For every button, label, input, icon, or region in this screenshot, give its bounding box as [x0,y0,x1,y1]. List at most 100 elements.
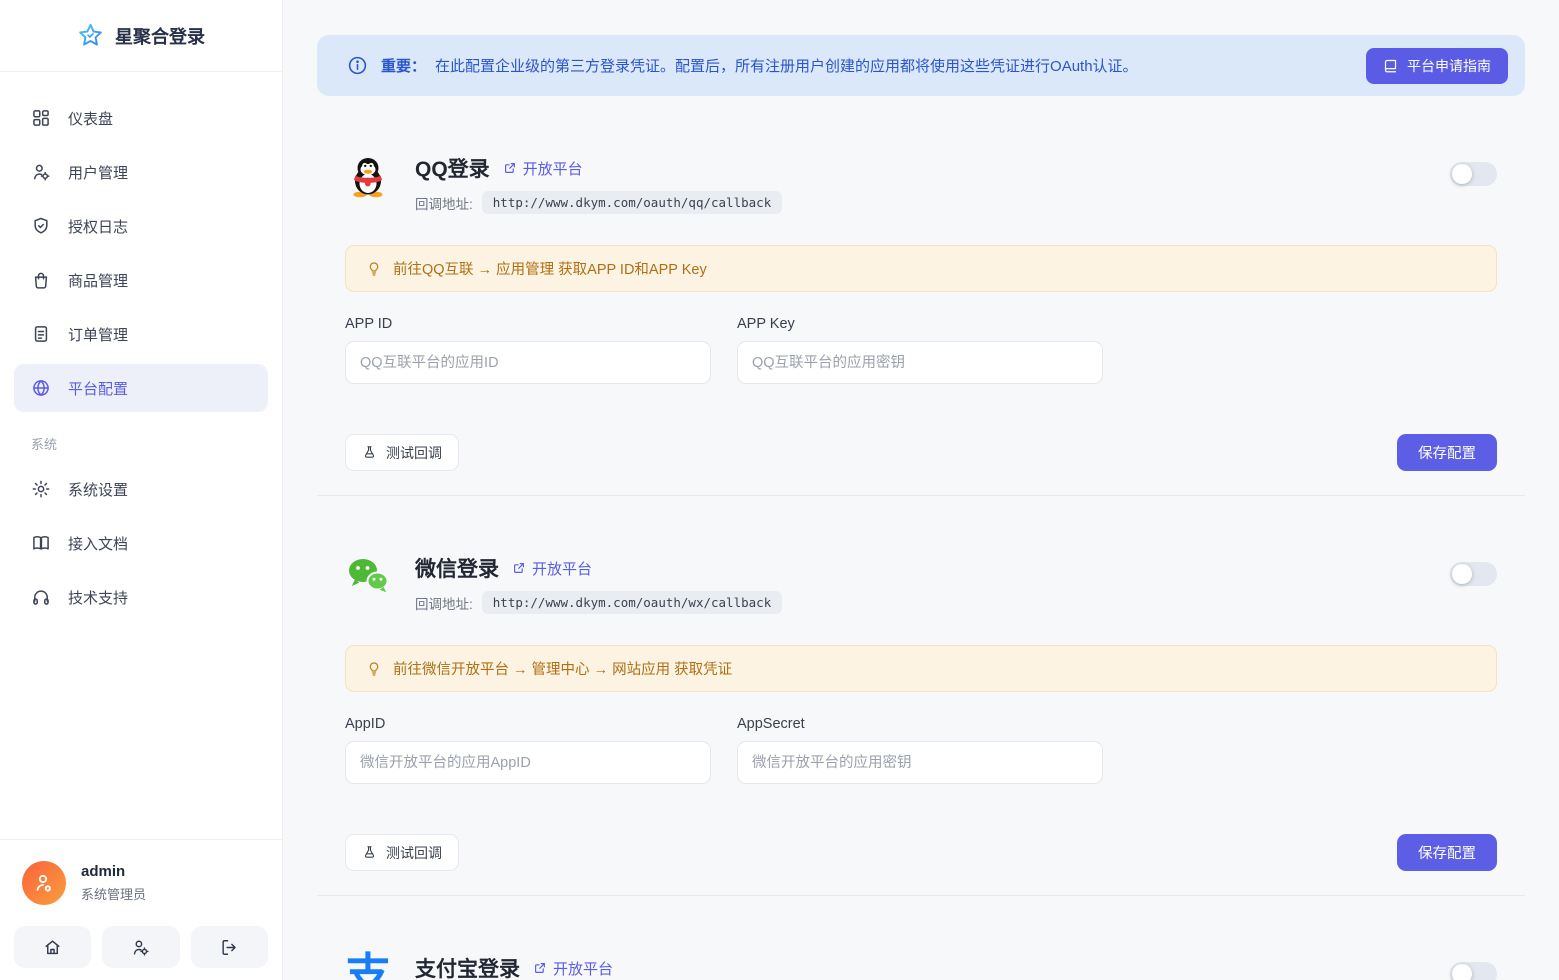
home-button[interactable] [14,926,91,968]
platform-guide-button[interactable]: 平台申请指南 [1366,48,1508,84]
external-link-icon [503,161,517,175]
field-label-app-id: APP ID [345,316,711,332]
credentials-form: APP ID APP Key [345,316,1497,384]
star-logo-icon [77,22,104,49]
save-config-button[interactable]: 保存配置 [1397,434,1497,471]
open-platform-link[interactable]: 开放平台 [512,558,592,579]
wechat-enable-toggle[interactable] [1450,562,1497,586]
user-gear-icon [131,938,150,957]
user-panel: admin 系统管理员 [0,839,282,980]
platform-card-wechat: 微信登录 开放平台 回调地址: http://www.dkym.com/oaut… [317,496,1525,896]
sidebar-section-system: 系统 [14,418,268,465]
credentials-form: AppID AppSecret [345,716,1497,784]
callback-url: http://www.dkym.com/oauth/wx/callback [482,591,782,614]
card-footer: 测试回调 保存配置 [345,434,1497,471]
test-callback-label: 测试回调 [386,443,442,463]
field-label-app-key: APP Key [737,316,1103,332]
sidebar-item-label: 系统设置 [68,479,128,500]
platform-title: 支付宝登录 [415,953,520,980]
app-key-input[interactable] [737,341,1103,384]
external-link-icon [512,561,526,575]
platform-card-qq: QQ登录 开放平台 回调地址: http://www.dkym.com/oaut… [317,96,1525,496]
lightbulb-icon [366,661,382,677]
sidebar-item-products[interactable]: 商品管理 [14,256,268,304]
open-platform-link[interactable]: 开放平台 [503,158,583,179]
app-id-input[interactable] [345,341,711,384]
sidebar-item-label: 用户管理 [68,162,128,183]
document-icon [31,324,51,344]
flask-icon [362,845,377,860]
platform-header: QQ登录 开放平台 回调地址: http://www.dkym.com/oaut… [345,153,1497,214]
test-callback-button[interactable]: 测试回调 [345,434,459,471]
sidebar-item-label: 订单管理 [68,324,128,345]
hint-text: 前往QQ互联 → 应用管理 获取APP ID和APP Key [393,258,707,279]
user-icon [32,871,56,895]
wechat-logo-icon [345,553,391,599]
user-actions [14,926,268,968]
hint-banner: 前往QQ互联 → 应用管理 获取APP ID和APP Key [345,245,1497,292]
test-callback-label: 测试回调 [386,843,442,863]
callback-url: http://www.dkym.com/oauth/qq/callback [482,191,782,214]
notice-banner: 重要：在此配置企业级的第三方登录凭证。配置后，所有注册用户创建的应用都将使用这些… [317,35,1525,96]
test-callback-button[interactable]: 测试回调 [345,834,459,871]
sidebar-item-dashboard[interactable]: 仪表盘 [14,94,268,142]
info-icon [347,55,368,76]
open-platform-label: 开放平台 [532,558,592,579]
user-role: 系统管理员 [81,884,146,903]
gear-icon [31,479,51,499]
sidebar-item-system-settings[interactable]: 系统设置 [14,465,268,513]
book-icon [1383,58,1398,73]
app-logo: 星聚合登录 [0,0,282,72]
globe-icon [31,378,51,398]
callback-label: 回调地址: [415,193,473,213]
notice-emphasis: 重要： [381,58,426,75]
sidebar-item-label: 商品管理 [68,270,128,291]
hint-text: 前往微信开放平台 → 管理中心 → 网站应用 获取凭证 [393,658,732,679]
platform-header: 支 支付宝登录 开放平台 回调地址: [345,953,1497,980]
avatar [22,861,66,905]
external-link-icon [533,961,547,975]
sidebar-item-label: 技术支持 [68,587,128,608]
main-content: 重要：在此配置企业级的第三方登录凭证。配置后，所有注册用户创建的应用都将使用这些… [283,0,1559,980]
user-gear-icon [31,162,51,182]
account-settings-button[interactable] [102,926,179,968]
headphones-icon [31,587,51,607]
sidebar-item-label: 接入文档 [68,533,128,554]
alipay-enable-toggle[interactable] [1450,962,1497,980]
platform-meta: 支付宝登录 开放平台 回调地址: http://www.dkym.com/oau… [415,953,812,980]
card-footer: 测试回调 保存配置 [345,834,1497,871]
qq-enable-toggle[interactable] [1450,162,1497,186]
toggle-knob [1452,164,1472,184]
sidebar-item-users[interactable]: 用户管理 [14,148,268,196]
open-book-icon [31,533,51,553]
sidebar-item-label: 仪表盘 [68,108,113,129]
sidebar-item-orders[interactable]: 订单管理 [14,310,268,358]
qq-logo-icon [345,153,391,199]
open-platform-label: 开放平台 [523,158,583,179]
sidebar-item-support[interactable]: 技术支持 [14,573,268,621]
sidebar-item-docs[interactable]: 接入文档 [14,519,268,567]
home-icon [43,938,62,957]
platform-meta: QQ登录 开放平台 回调地址: http://www.dkym.com/oaut… [415,153,782,214]
app-root: 星聚合登录 仪表盘 用户管理 授权日志 [0,0,1559,980]
wechat-appsecret-input[interactable] [737,741,1103,784]
app-title: 星聚合登录 [115,23,205,49]
user-name: admin [81,863,146,880]
open-platform-link[interactable]: 开放平台 [533,958,613,979]
wechat-appid-input[interactable] [345,741,711,784]
lightbulb-icon [366,261,382,277]
alipay-logo-icon: 支 [345,953,391,980]
field-label-appsecret: AppSecret [737,716,1103,732]
platform-card-alipay: 支 支付宝登录 开放平台 回调地址: [317,896,1525,980]
logout-button[interactable] [191,926,268,968]
shield-check-icon [31,216,51,236]
save-config-button[interactable]: 保存配置 [1397,834,1497,871]
platform-guide-label: 平台申请指南 [1407,56,1491,76]
sidebar-item-auth-logs[interactable]: 授权日志 [14,202,268,250]
dashboard-icon [31,108,51,128]
sidebar-item-platform-config[interactable]: 平台配置 [14,364,268,412]
field-label-appid: AppID [345,716,711,732]
platform-header: 微信登录 开放平台 回调地址: http://www.dkym.com/oaut… [345,553,1497,614]
open-platform-label: 开放平台 [553,958,613,979]
platform-title: 微信登录 [415,553,499,583]
